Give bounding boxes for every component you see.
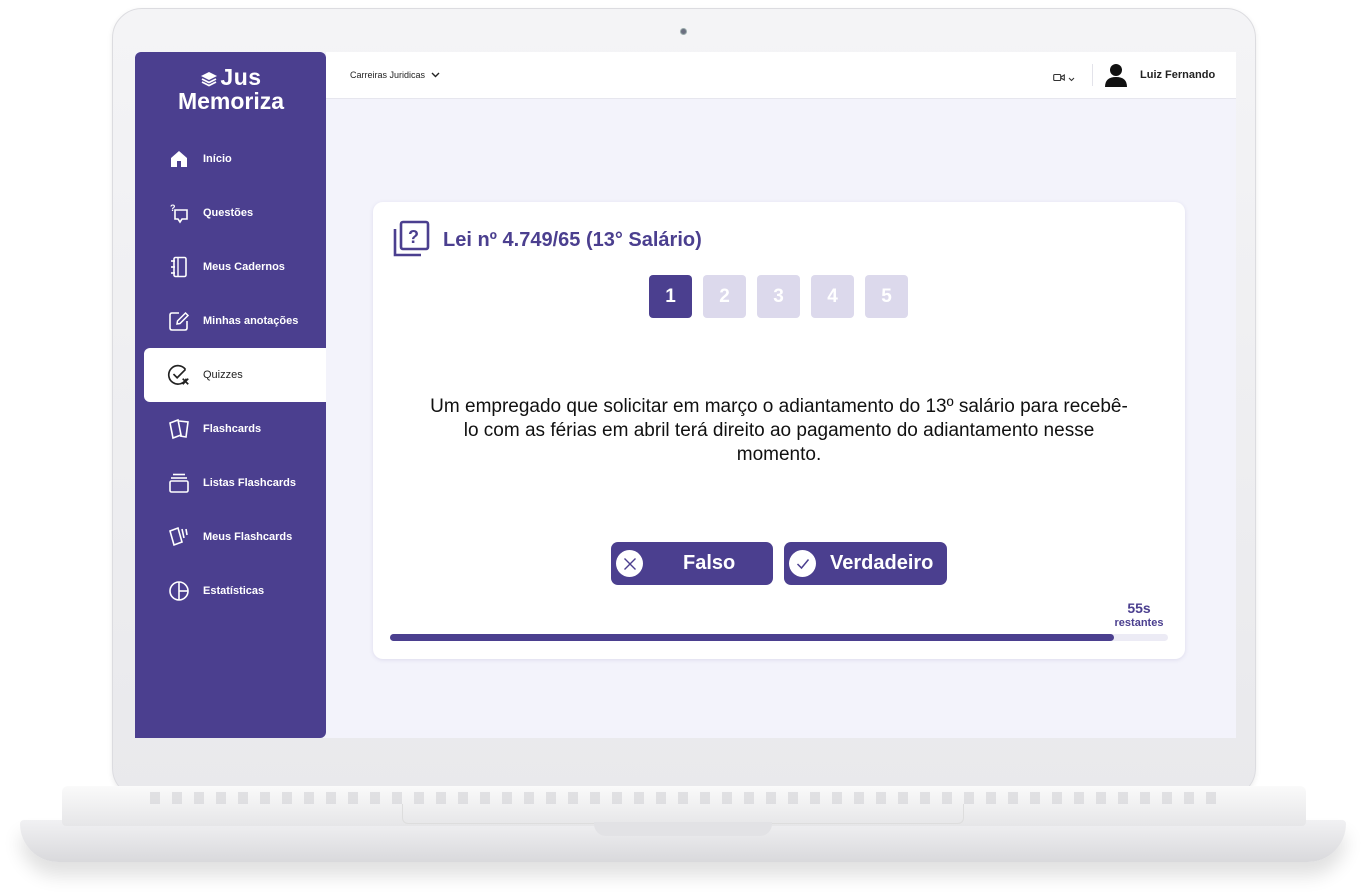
- brand-line-1: Jus: [220, 64, 262, 90]
- sidebar-item-flashcards[interactable]: Flashcards: [135, 402, 326, 456]
- sidebar-item-label: Questões: [203, 207, 254, 219]
- lid-notch: [594, 822, 772, 836]
- sidebar-item-label: Minhas anotações: [203, 315, 299, 327]
- step-button[interactable]: 2: [703, 275, 746, 318]
- step-button[interactable]: 5: [865, 275, 908, 318]
- sidebar-item-label: Listas Flashcards: [203, 477, 296, 489]
- sidebar-item-estatisticas[interactable]: Estatísticas: [135, 564, 326, 618]
- career-selector[interactable]: Carreiras Juridicas: [350, 70, 440, 80]
- stack-icon: [167, 471, 191, 495]
- webcam: [680, 28, 687, 35]
- time-progress-bar: [390, 634, 1168, 641]
- brand-logo[interactable]: Jus Memoriza: [171, 64, 291, 114]
- top-bar: Carreiras Juridicas Luiz Fernando: [326, 52, 1236, 99]
- video-camera-icon: [1053, 69, 1065, 87]
- sidebar-item-meus-cadernos[interactable]: Meus Cadernos: [135, 240, 326, 294]
- step-button[interactable]: 3: [757, 275, 800, 318]
- sidebar-item-label: Meus Flashcards: [203, 531, 293, 543]
- chevron-down-icon: [1068, 69, 1075, 87]
- flashcard-icon: [167, 417, 191, 441]
- sidebar-item-questoes[interactable]: ? Questões: [135, 186, 326, 240]
- question-text: Um empregado que solicitar em março o ad…: [430, 396, 1128, 465]
- sidebar-item-listas-flashcards[interactable]: Listas Flashcards: [135, 456, 326, 510]
- sidebar-item-quizzes[interactable]: Quizzes: [144, 348, 326, 402]
- question-cards-icon: ?: [392, 220, 430, 258]
- false-label: Falso: [683, 552, 736, 574]
- timer-unit: restantes: [1114, 617, 1164, 629]
- brand-line-2: Memoriza: [177, 88, 285, 114]
- sidebar-item-meus-flashcards[interactable]: Meus Flashcards: [135, 510, 326, 564]
- trackpad: [402, 804, 964, 824]
- laptop-mockup: Jus Memoriza Início ? Questões Meus Cade…: [0, 0, 1366, 894]
- svg-text:?: ?: [170, 203, 176, 213]
- step-button[interactable]: 1: [649, 275, 692, 318]
- false-button[interactable]: Falso: [611, 542, 773, 585]
- edit-note-icon: [167, 309, 191, 333]
- timer-value: 55s: [1127, 600, 1151, 616]
- close-icon: [616, 550, 643, 577]
- quiz-card: ? Lei nº 4.749/65 (13° Salário) 1 2 3 4 …: [373, 202, 1185, 659]
- topbar-divider: [1092, 64, 1093, 86]
- true-label: Verdadeiro: [830, 552, 934, 574]
- time-progress-fill: [390, 634, 1114, 641]
- check-icon: [789, 550, 816, 577]
- app-screen: Jus Memoriza Início ? Questões Meus Cade…: [135, 52, 1236, 738]
- svg-text:?: ?: [408, 227, 419, 247]
- home-icon: [167, 147, 191, 171]
- question-steps: 1 2 3 4 5: [649, 275, 908, 318]
- video-menu-button[interactable]: [1053, 69, 1075, 87]
- sidebar: Jus Memoriza Início ? Questões Meus Cade…: [135, 52, 326, 738]
- sidebar-item-label: Meus Cadernos: [203, 261, 285, 273]
- quiz-title: Lei nº 4.749/65 (13° Salário): [443, 229, 702, 251]
- layers-icon: [200, 68, 218, 90]
- true-button[interactable]: Verdadeiro: [784, 542, 947, 585]
- question-bubble-icon: ?: [167, 201, 191, 225]
- sidebar-item-label: Início: [203, 153, 232, 165]
- chevron-down-icon: [431, 70, 440, 80]
- career-label: Carreiras Juridicas: [350, 70, 426, 80]
- quiz-check-icon: [167, 363, 191, 387]
- user-avatar-icon[interactable]: [1104, 62, 1128, 88]
- user-name[interactable]: Luiz Fernando: [1140, 69, 1215, 81]
- pie-chart-icon: [167, 579, 191, 603]
- keyboard-keys: [150, 792, 1216, 804]
- sidebar-item-label: Estatísticas: [203, 585, 265, 597]
- sidebar-item-inicio[interactable]: Início: [135, 132, 326, 186]
- notebook-icon: [167, 255, 191, 279]
- sidebar-item-label: Quizzes: [203, 369, 243, 381]
- sidebar-item-minhas-anotacoes[interactable]: Minhas anotações: [135, 294, 326, 348]
- step-button[interactable]: 4: [811, 275, 854, 318]
- sidebar-item-label: Flashcards: [203, 423, 262, 435]
- cards-icon: [167, 525, 191, 549]
